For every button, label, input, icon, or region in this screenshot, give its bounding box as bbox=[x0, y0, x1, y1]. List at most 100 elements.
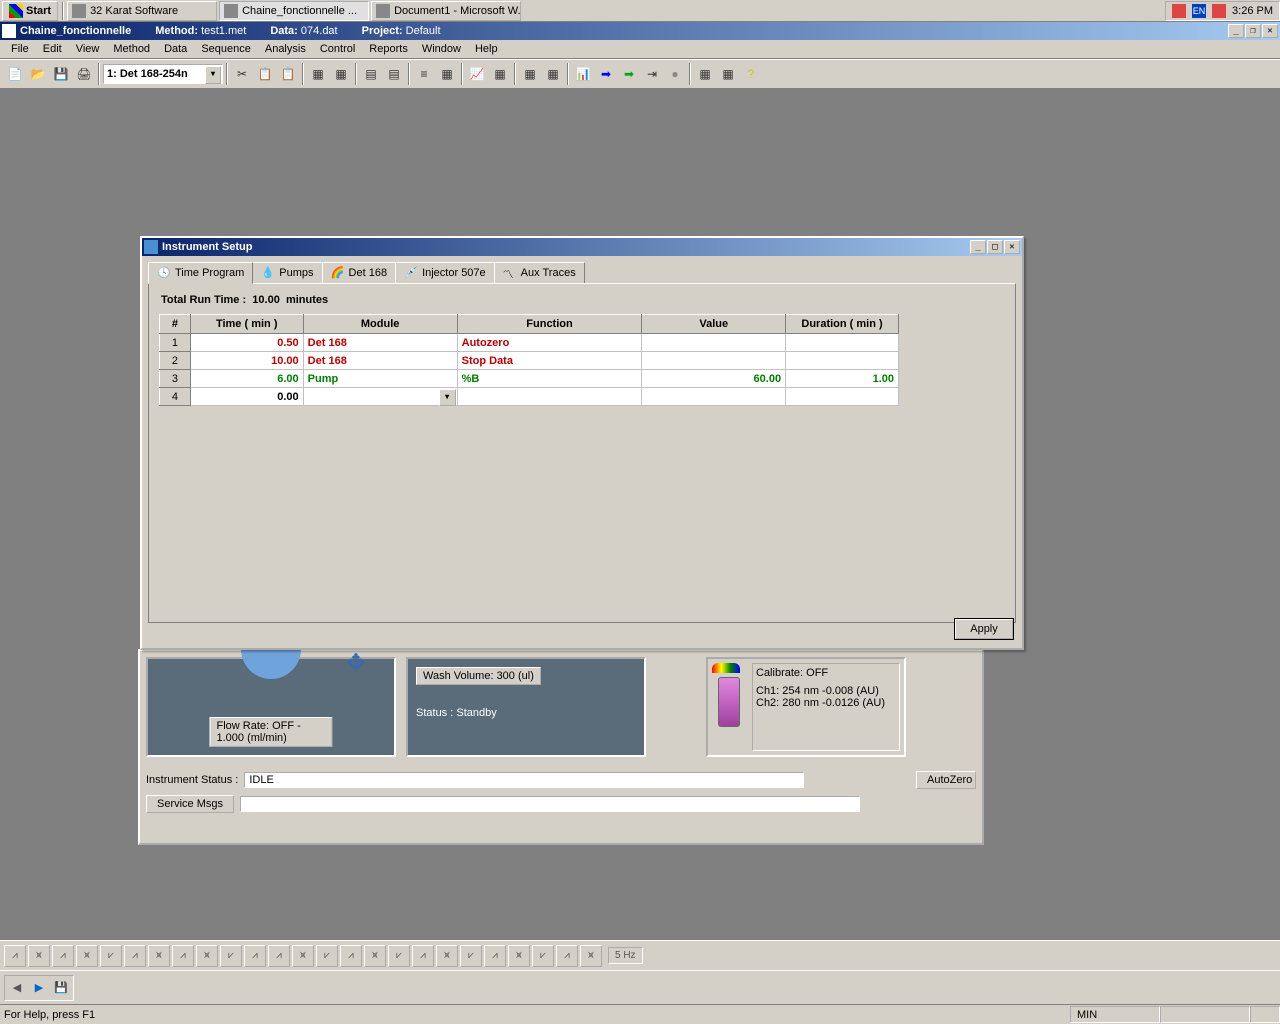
cell-duration[interactable] bbox=[786, 352, 899, 370]
peak-tool[interactable]: ⩙ bbox=[76, 945, 98, 967]
help-button[interactable]: ? bbox=[740, 63, 762, 85]
menu-help[interactable]: Help bbox=[468, 41, 505, 57]
cell-module[interactable]: Det 168 bbox=[303, 352, 457, 370]
menu-method[interactable]: Method bbox=[106, 41, 157, 57]
paste-button[interactable]: 📋 bbox=[277, 63, 299, 85]
menu-data[interactable]: Data bbox=[157, 41, 194, 57]
chart-button[interactable]: 📈 bbox=[466, 63, 488, 85]
peak-tool[interactable]: ⩘ bbox=[52, 945, 74, 967]
prev-button[interactable]: ◀ bbox=[8, 979, 26, 997]
cell-time[interactable]: 0.00 bbox=[190, 388, 303, 406]
cell-function[interactable] bbox=[457, 388, 642, 406]
menu-edit[interactable]: Edit bbox=[36, 41, 69, 57]
tray-icon[interactable] bbox=[1212, 4, 1226, 18]
language-indicator[interactable]: EN bbox=[1192, 4, 1206, 18]
peak-tool[interactable]: ⩗ bbox=[388, 945, 410, 967]
peak-tool[interactable]: ⩘ bbox=[172, 945, 194, 967]
cut-button[interactable]: ✂ bbox=[231, 63, 253, 85]
tab-pumps[interactable]: 💧Pumps bbox=[252, 262, 322, 283]
maximize-button[interactable]: ❐ bbox=[1245, 24, 1261, 38]
cell-time[interactable]: 6.00 bbox=[190, 370, 303, 388]
cell-module[interactable]: Pump bbox=[303, 370, 457, 388]
arrow-right-button[interactable]: ➡ bbox=[595, 63, 617, 85]
cell-module[interactable]: Det 168 bbox=[303, 334, 457, 352]
peak-tool[interactable]: ⩘ bbox=[124, 945, 146, 967]
cell-duration[interactable] bbox=[786, 334, 899, 352]
cell-value[interactable] bbox=[642, 388, 786, 406]
close-button[interactable]: ✕ bbox=[1262, 24, 1278, 38]
table-row[interactable]: 36.00Pump%B60.001.00 bbox=[160, 370, 899, 388]
peak-tool[interactable]: ⩙ bbox=[148, 945, 170, 967]
table-row[interactable]: 210.00Det 168Stop Data bbox=[160, 352, 899, 370]
cell-value[interactable]: 60.00 bbox=[642, 370, 786, 388]
copy-button[interactable]: 📋 bbox=[254, 63, 276, 85]
tool-button[interactable]: ▦ bbox=[489, 63, 511, 85]
tool-button[interactable]: ▦ bbox=[519, 63, 541, 85]
peak-tool[interactable]: ⩙ bbox=[364, 945, 386, 967]
detector-combo[interactable]: 1: Det 168-254n bbox=[103, 64, 223, 84]
taskbar-item-chaine[interactable]: Chaine_fonctionnelle ... bbox=[219, 1, 369, 21]
start-button[interactable]: Start bbox=[2, 1, 58, 21]
cell-duration[interactable] bbox=[786, 388, 899, 406]
tab-det168[interactable]: 🌈Det 168 bbox=[322, 262, 397, 283]
cell-time[interactable]: 0.50 bbox=[190, 334, 303, 352]
tool-button[interactable]: ▦ bbox=[717, 63, 739, 85]
stop-button[interactable]: ● bbox=[664, 63, 686, 85]
tab-aux-traces[interactable]: 〽Aux Traces bbox=[494, 262, 585, 283]
cell-module[interactable] bbox=[303, 388, 457, 406]
cell-value[interactable] bbox=[642, 334, 786, 352]
peak-tool[interactable]: ⩙ bbox=[292, 945, 314, 967]
menu-control[interactable]: Control bbox=[313, 41, 362, 57]
peak-tool[interactable]: ⩙ bbox=[580, 945, 602, 967]
time-program-table[interactable]: # Time ( min ) Module Function Value Dur… bbox=[159, 314, 899, 406]
peak-tool[interactable]: ⩙ bbox=[436, 945, 458, 967]
tool-button[interactable]: ▦ bbox=[330, 63, 352, 85]
peak-tool[interactable]: ⩙ bbox=[196, 945, 218, 967]
play-button[interactable]: ▶ bbox=[30, 979, 48, 997]
tab-injector[interactable]: 💉Injector 507e bbox=[395, 262, 495, 283]
close-button[interactable]: ✕ bbox=[1004, 240, 1020, 254]
cell-value[interactable] bbox=[642, 352, 786, 370]
autozero-button[interactable]: AutoZero bbox=[916, 771, 976, 789]
menu-reports[interactable]: Reports bbox=[362, 41, 415, 57]
tool-button[interactable]: ⇥ bbox=[641, 63, 663, 85]
peak-tool[interactable]: ⩗ bbox=[220, 945, 242, 967]
peak-tool[interactable]: ⩙ bbox=[28, 945, 50, 967]
tab-time-program[interactable]: 🕓Time Program bbox=[148, 262, 253, 284]
arrow-right-button[interactable]: ➡ bbox=[618, 63, 640, 85]
dialog-titlebar[interactable]: Instrument Setup _ □ ✕ bbox=[142, 238, 1022, 256]
apply-button[interactable]: Apply bbox=[954, 618, 1014, 640]
tool-button[interactable]: ▤ bbox=[360, 63, 382, 85]
peak-tool[interactable]: ⩙ bbox=[508, 945, 530, 967]
cell-function[interactable]: %B bbox=[457, 370, 642, 388]
tool-button[interactable]: 📊 bbox=[572, 63, 594, 85]
peak-tool[interactable]: ⩘ bbox=[412, 945, 434, 967]
tool-button[interactable]: ▤ bbox=[383, 63, 405, 85]
minimize-button[interactable]: _ bbox=[1228, 24, 1244, 38]
tool-button[interactable]: ▦ bbox=[694, 63, 716, 85]
cell-function[interactable]: Autozero bbox=[457, 334, 642, 352]
minimize-button[interactable]: _ bbox=[970, 240, 986, 254]
taskbar-item-word[interactable]: Document1 - Microsoft W... bbox=[371, 1, 521, 21]
cell-time[interactable]: 10.00 bbox=[190, 352, 303, 370]
menu-analysis[interactable]: Analysis bbox=[258, 41, 313, 57]
tool-button[interactable]: ≡ bbox=[413, 63, 435, 85]
save-button[interactable]: 💾 bbox=[52, 979, 70, 997]
peak-tool[interactable]: ⩗ bbox=[100, 945, 122, 967]
peak-tool[interactable]: ⩗ bbox=[460, 945, 482, 967]
peak-tool[interactable]: ⩗ bbox=[532, 945, 554, 967]
peak-tool[interactable]: ⩘ bbox=[484, 945, 506, 967]
menu-file[interactable]: File bbox=[4, 41, 36, 57]
menu-sequence[interactable]: Sequence bbox=[194, 41, 258, 57]
maximize-button[interactable]: □ bbox=[987, 240, 1003, 254]
print-button[interactable]: 🖨 bbox=[73, 63, 95, 85]
tool-button[interactable]: ▦ bbox=[307, 63, 329, 85]
menu-window[interactable]: Window bbox=[415, 41, 468, 57]
new-button[interactable]: 📄 bbox=[4, 63, 26, 85]
tray-icon[interactable] bbox=[1172, 4, 1186, 18]
open-button[interactable]: 📂 bbox=[27, 63, 49, 85]
peak-tool[interactable]: ⩘ bbox=[4, 945, 26, 967]
peak-tool[interactable]: ⩘ bbox=[268, 945, 290, 967]
table-row[interactable]: 10.50Det 168Autozero bbox=[160, 334, 899, 352]
cell-duration[interactable]: 1.00 bbox=[786, 370, 899, 388]
